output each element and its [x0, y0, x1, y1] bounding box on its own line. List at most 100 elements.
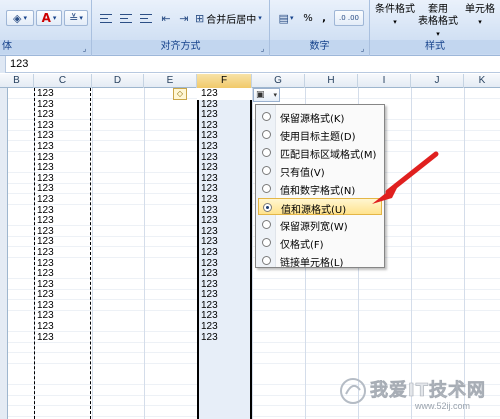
radio-icon [262, 148, 271, 157]
chevron-down-icon: ▾ [393, 18, 397, 26]
increase-decimal-button[interactable]: .0 .00 [334, 10, 364, 26]
phonetic-button[interactable]: ≚ ▾ [64, 10, 88, 26]
fill-bucket-icon: ◈ [13, 11, 22, 25]
radio-icon [262, 112, 271, 121]
cell-c-24[interactable]: 123 [37, 332, 54, 344]
apply-label: 套用 [428, 4, 448, 15]
indent-icon: ⇤ [161, 11, 171, 25]
font-color-icon: A [41, 11, 51, 25]
cell-c-11[interactable]: 123 [37, 194, 54, 206]
column-header-d[interactable]: D [92, 74, 144, 88]
radio-icon [262, 238, 271, 247]
watermark-title: 我爱IT技术网 [370, 380, 486, 402]
cell-styles-button[interactable]: 单元格 ▾ [460, 4, 500, 28]
align-center-icon [120, 13, 132, 23]
percent-button[interactable]: % [300, 10, 316, 26]
formula-bar-edge [0, 56, 6, 73]
paste-option-8[interactable]: 仅格式(F) [258, 234, 382, 251]
font-color-button[interactable]: A ▾ [36, 10, 62, 26]
paste-option-label: 保留源列宽(W) [280, 222, 348, 233]
paste-option-5[interactable]: 值和数字格式(N) [258, 180, 382, 197]
formula-input[interactable]: 123 [10, 58, 28, 70]
align-left-button[interactable] [98, 10, 114, 26]
dialog-launcher-icon[interactable]: ⌟ [358, 44, 367, 53]
chevron-down-icon: ▾ [258, 14, 262, 22]
red-arrow-annotation [372, 151, 439, 204]
styles-group-label: 样式 [370, 40, 500, 54]
cell-f-11[interactable]: 123 [201, 194, 218, 206]
error-check-icon[interactable]: ◇ [173, 88, 187, 100]
merge-center-button[interactable]: ⊞ 合并后居中 ▾ [194, 10, 266, 26]
chevron-down-icon: ▾ [436, 30, 440, 38]
paste-options-menu: 保留源格式(K) 使用目标主题(D) 匹配目标区域格式(M) 只有值(V) 值和数字格式… [255, 104, 385, 269]
table-format-label: 表格格式 [418, 16, 458, 27]
paste-option-label: 匹配目标区域格式(M) [280, 150, 377, 161]
cell-c-16[interactable]: 123 [37, 247, 54, 259]
align-center-button[interactable] [118, 10, 134, 26]
merge-cells-icon: ⊞ [195, 11, 205, 25]
column-c-cells: 123 123 123 123 123 123 123 123 123 123 123 123 123 1… [37, 88, 54, 344]
percent-label: % [303, 12, 313, 24]
align-right-button[interactable] [138, 10, 154, 26]
conditional-format-label: 条件格式 [375, 4, 415, 15]
fill-color-button[interactable]: ◈ ▾ [6, 10, 34, 26]
paste-option-9[interactable]: 链接单元格(L) [258, 252, 382, 269]
paste-option-1[interactable]: 保留源格式(K) [258, 108, 382, 125]
gridline [144, 88, 145, 419]
dialog-launcher-icon[interactable]: ⌟ [258, 44, 267, 53]
clipboard-icon: ▣ [256, 90, 265, 100]
align-left-icon [100, 13, 112, 23]
paste-option-label: 只有值(V) [280, 168, 325, 179]
cell-c-1[interactable]: 123 [37, 88, 54, 100]
paste-option-4[interactable]: 只有值(V) [258, 162, 382, 179]
gridline [252, 88, 253, 419]
outdent-icon: ⇥ [179, 11, 189, 25]
paste-option-label: 值和数字格式(N) [280, 186, 356, 197]
styles-group: 条件格式 ▾ 套用 表格格式 ▾ 单元格 ▾ 样式 [370, 0, 500, 56]
column-header-j[interactable]: J [411, 74, 464, 88]
column-header-k[interactable]: K [464, 74, 500, 88]
column-header-i[interactable]: I [358, 74, 411, 88]
comma-button[interactable]: , [318, 10, 330, 26]
font-group: ◈ ▾ A ▾ ≚ ▾ 体 ⌟ [0, 0, 92, 56]
column-header-b[interactable]: B [0, 74, 34, 88]
column-header-h[interactable]: H [305, 74, 358, 88]
cell-f-24[interactable]: 123 [201, 332, 218, 344]
watermark-url: www.52ij.com [415, 401, 471, 411]
column-header-f[interactable]: F [197, 74, 252, 88]
increase-indent-button[interactable]: ⇥ [176, 10, 192, 26]
dialog-launcher-icon[interactable]: ⌟ [80, 44, 89, 53]
watermark: 我爱IT技术网 www.52ij.com [320, 374, 500, 419]
column-header-g[interactable]: G [252, 74, 305, 88]
formula-bar[interactable]: 123 [0, 56, 500, 73]
paste-option-6[interactable]: 值和源格式(U) [258, 198, 382, 216]
column-header-c[interactable]: C [34, 74, 92, 88]
paste-option-label: 仅格式(F) [280, 240, 324, 251]
column-f-cells: 123 123 123 123 123 123 123 123 123 123 123 123 123 1… [201, 88, 218, 344]
merge-center-label: 合并后居中 [206, 14, 257, 26]
column-header-e[interactable]: E [144, 74, 197, 88]
number-group-label: 数字 [270, 40, 369, 54]
format-as-table-button[interactable]: 套用 表格格式 ▾ [418, 4, 458, 40]
cell-f-6[interactable]: 123 [201, 141, 218, 153]
cell-f-16[interactable]: 123 [201, 247, 218, 259]
comma-label: , [322, 12, 326, 24]
cell-f-1[interactable]: 123 [201, 88, 218, 100]
radio-icon [262, 130, 271, 139]
paste-option-3[interactable]: 匹配目标区域格式(M) [258, 144, 382, 161]
decrease-indent-button[interactable]: ⇤ [158, 10, 174, 26]
row-header-strip [0, 88, 8, 419]
accounting-format-button[interactable]: ▤ ▾ [274, 10, 298, 26]
gridline [92, 88, 93, 419]
chevron-down-icon: ▾ [273, 91, 277, 99]
conditional-format-button[interactable]: 条件格式 ▾ [374, 4, 416, 28]
chevron-down-icon: ▾ [52, 14, 57, 22]
paste-option-7[interactable]: 保留源列宽(W) [258, 216, 382, 233]
phonetic-icon: ≚ [69, 11, 79, 25]
align-right-icon [140, 13, 152, 23]
paste-options-button[interactable]: ▣ ▾ [253, 88, 280, 102]
cell-c-6[interactable]: 123 [37, 141, 54, 153]
radio-icon [262, 184, 271, 193]
paste-option-2[interactable]: 使用目标主题(D) [258, 126, 382, 143]
radio-icon [262, 166, 271, 175]
